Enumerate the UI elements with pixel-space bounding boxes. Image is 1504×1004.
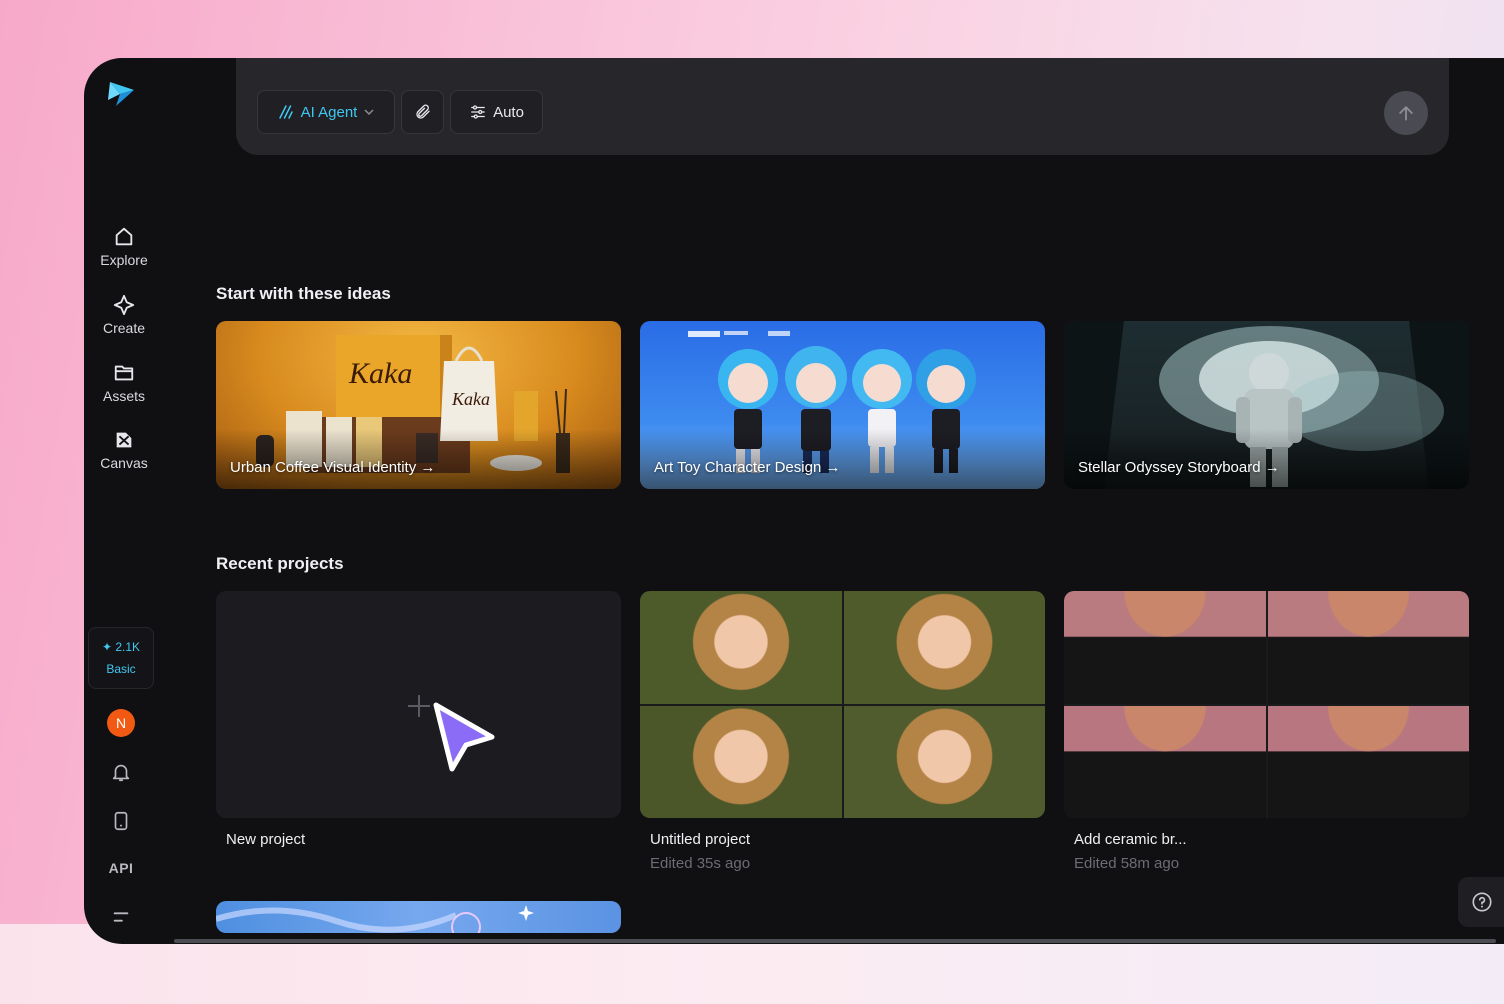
sparkle-icon — [113, 294, 135, 316]
thumbnail-cell — [843, 591, 1045, 704]
project-name[interactable]: Add ceramic br... — [1074, 831, 1187, 848]
thumbnail-cell — [640, 591, 842, 704]
sidebar-item-assets[interactable]: Assets — [84, 362, 164, 404]
mobile-icon[interactable] — [110, 810, 132, 832]
send-button[interactable] — [1384, 91, 1428, 135]
recent-section-title: Recent projects — [216, 554, 344, 573]
svg-text:Kaka: Kaka — [451, 389, 490, 409]
credits-amount: 2.1K — [115, 640, 141, 654]
bell-icon[interactable] — [110, 761, 132, 783]
sidebar-item-canvas[interactable]: Canvas — [84, 429, 164, 471]
thumbnail-cell — [1064, 705, 1266, 818]
credits-badge[interactable]: ✦ 2.1K Basic — [88, 627, 154, 689]
spark-icon: ✦ — [101, 640, 113, 654]
ai-agent-label: AI Agent — [300, 103, 358, 121]
auto-settings-button[interactable]: Auto — [450, 90, 543, 134]
auto-label: Auto — [493, 103, 524, 121]
app-window: Explore Create Assets Canvas ✦ 2.1K Basi… — [84, 58, 1504, 944]
svg-text:Kaka: Kaka — [348, 357, 412, 390]
project-name[interactable]: Untitled project — [650, 831, 750, 848]
project-card-ceramic[interactable] — [1064, 591, 1469, 818]
thumbnail-cell — [843, 705, 1045, 818]
new-project-card[interactable] — [216, 591, 621, 818]
thumbnail-cell — [1064, 591, 1266, 704]
ai-agent-dropdown[interactable]: AI Agent — [257, 90, 395, 134]
canvas-icon — [116, 432, 132, 448]
help-icon — [1472, 892, 1492, 912]
sidebar: Explore Create Assets Canvas ✦ 2.1K Basi… — [84, 58, 164, 944]
app-logo[interactable] — [106, 78, 138, 110]
project-thumbnail-grid — [640, 591, 1045, 818]
thumbnail-cell — [640, 705, 842, 818]
project-card-partial[interactable] — [216, 901, 621, 933]
sidebar-item-create[interactable]: Create — [84, 294, 164, 336]
arrow-up-icon — [1399, 106, 1413, 121]
agent-icon — [278, 105, 293, 119]
project-name[interactable]: New project — [226, 831, 305, 848]
project-edited-time: Edited 58m ago — [1074, 855, 1180, 872]
home-icon — [115, 227, 133, 246]
menu-icon[interactable] — [110, 906, 132, 928]
thumbnail-cell — [1267, 591, 1469, 704]
ideas-section-title: Start with these ideas — [216, 284, 391, 303]
horizontal-scrollbar[interactable] — [174, 939, 1496, 943]
project-card-untitled[interactable] — [640, 591, 1045, 818]
idea-card-stellar[interactable]: Stellar Odyssey Storyboard → — [1064, 321, 1469, 489]
project-thumbnail-partial — [216, 905, 534, 933]
arrow-right-icon: → — [825, 459, 841, 476]
arrow-right-icon: → — [420, 459, 436, 476]
sidebar-item-explore[interactable]: Explore — [84, 226, 164, 268]
sidebar-item-label: Create — [102, 320, 146, 336]
cursor-icon — [433, 702, 495, 772]
idea-card-coffee[interactable]: Kaka Kaka Urban Coffee Visual Identity → — [216, 321, 621, 489]
thumbnail-cell — [1267, 705, 1469, 818]
sidebar-item-label: Assets — [102, 388, 145, 404]
idea-caption: Art Toy Character Design → — [654, 459, 841, 476]
help-button[interactable] — [1458, 877, 1504, 927]
sidebar-item-label: Explore — [100, 252, 148, 268]
attach-button[interactable] — [401, 90, 444, 134]
project-edited-time: Edited 35s ago — [650, 855, 751, 872]
paperclip-icon — [415, 104, 430, 119]
api-link[interactable]: API — [84, 860, 158, 876]
chevron-down-icon — [364, 109, 374, 116]
prompt-bar: AI Agent Auto — [236, 58, 1449, 155]
idea-card-art-toy[interactable]: Art Toy Character Design → — [640, 321, 1045, 489]
idea-caption: Urban Coffee Visual Identity → — [230, 459, 436, 476]
sliders-icon — [471, 105, 485, 119]
project-thumbnail-grid — [1064, 591, 1469, 818]
plan-label: Basic — [106, 662, 136, 676]
idea-caption: Stellar Odyssey Storyboard → — [1078, 459, 1280, 476]
arrow-right-icon: → — [1264, 459, 1280, 476]
avatar[interactable]: N — [107, 709, 135, 737]
sidebar-item-label: Canvas — [100, 455, 148, 471]
folder-icon — [114, 365, 134, 381]
